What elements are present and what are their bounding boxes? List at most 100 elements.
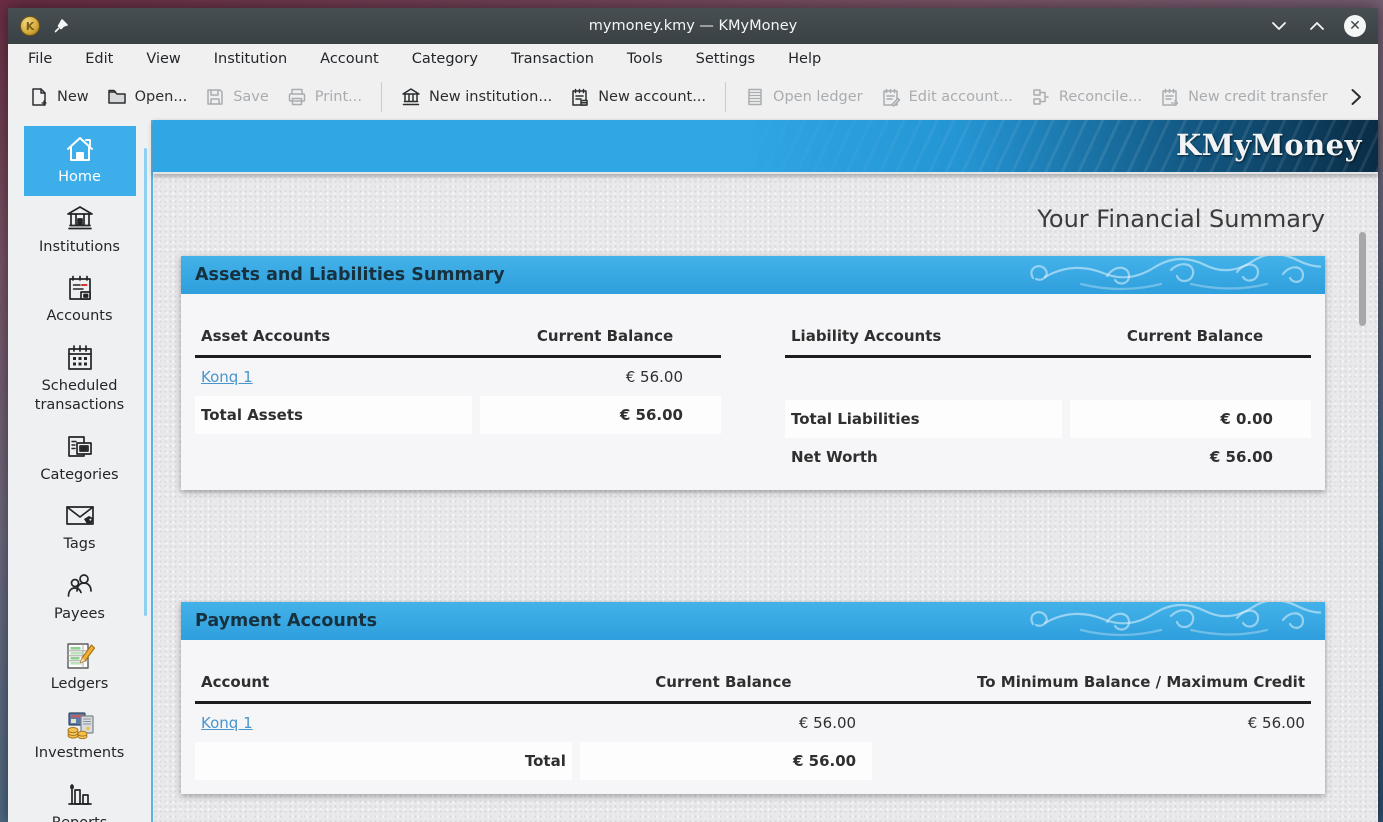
mail-tag-icon	[64, 501, 96, 531]
total-assets-value: € 56.00	[480, 396, 721, 434]
menu-institution[interactable]: Institution	[214, 51, 287, 67]
edit-account-button-label: Edit account...	[909, 89, 1013, 105]
menu-file[interactable]: File	[28, 51, 52, 67]
sidebar-item-label: Categories	[40, 466, 118, 486]
bank-icon	[401, 87, 421, 107]
current-balance-col-header: Current Balance	[493, 318, 721, 355]
total-liabilities-value: € 0.00	[1070, 400, 1311, 438]
toolbar: New Open... Save Print... New institutio…	[8, 74, 1378, 120]
total-label: Total	[195, 742, 572, 780]
empty-cell	[880, 742, 1311, 780]
menu-category[interactable]: Category	[412, 51, 478, 67]
sidebar-item-categories[interactable]: Categories	[24, 424, 136, 494]
sidebar-item-accounts[interactable]: Accounts	[24, 265, 136, 335]
asset-accounts-table: Asset Accounts Current Balance Konq 1 € …	[195, 318, 721, 476]
view-sidebar: Home Institutions Accounts Scheduled tra…	[8, 120, 151, 822]
ledger-pencil-icon	[64, 641, 96, 671]
reconcile-button-label: Reconcile...	[1059, 89, 1142, 105]
sidebar-item-payees[interactable]: Payees	[24, 563, 136, 633]
new-institution-button-label: New institution...	[429, 89, 552, 105]
print-button-label: Print...	[315, 89, 362, 105]
sidebar-item-label: Institutions	[39, 238, 120, 258]
account-link-konq1[interactable]: Konq 1	[201, 368, 253, 386]
bank-icon	[65, 204, 95, 234]
sidebar-item-label: Ledgers	[51, 675, 109, 695]
menubar: File Edit View Institution Account Categ…	[8, 44, 1378, 74]
sidebar-item-home[interactable]: Home	[24, 126, 136, 196]
account-to-minimum: € 56.00	[880, 704, 1311, 742]
page-title: Your Financial Summary	[181, 205, 1325, 233]
sidebar-item-label: Investments	[35, 744, 125, 764]
sidebar-item-investments[interactable]: Investments	[24, 702, 136, 772]
menu-view[interactable]: View	[146, 51, 180, 67]
credit-transfer-icon	[1160, 87, 1180, 107]
open-button[interactable]: Open...	[98, 80, 197, 114]
sidebar-item-ledgers[interactable]: Ledgers	[24, 633, 136, 703]
sidebar-item-scheduled-transactions[interactable]: Scheduled transactions	[24, 335, 136, 424]
ledger-icon	[745, 87, 765, 107]
table-row: Konq 1 € 56.00	[195, 358, 721, 396]
new-file-icon	[29, 87, 49, 107]
menu-settings[interactable]: Settings	[696, 51, 755, 67]
new-institution-button[interactable]: New institution...	[392, 80, 561, 114]
open-ledger-button: Open ledger	[736, 80, 872, 114]
print-button: Print...	[278, 80, 371, 114]
account-link-konq1[interactable]: Konq 1	[201, 714, 253, 732]
menu-account[interactable]: Account	[320, 51, 379, 67]
close-icon: ✕	[1344, 15, 1366, 37]
new-account-button-label: New account...	[598, 89, 706, 105]
open-ledger-button-label: Open ledger	[773, 89, 863, 105]
menu-edit[interactable]: Edit	[85, 51, 113, 67]
new-button[interactable]: New	[20, 80, 98, 114]
close-button[interactable]: ✕	[1344, 15, 1366, 37]
liability-accounts-col-header: Liability Accounts	[785, 318, 1083, 355]
menu-transaction[interactable]: Transaction	[511, 51, 594, 67]
toolbar-separator	[725, 82, 726, 112]
toolbar-overflow-button[interactable]	[1346, 84, 1366, 110]
sidebar-item-tags[interactable]: Tags	[24, 493, 136, 563]
net-worth-row: Net Worth € 56.00	[785, 438, 1311, 476]
asset-accounts-col-header: Asset Accounts	[195, 318, 493, 355]
account-col-header: Account	[195, 664, 579, 701]
open-button-label: Open...	[135, 89, 188, 105]
vertical-scrollbar[interactable]	[1359, 232, 1366, 326]
account-register-icon	[65, 273, 95, 303]
chevron-right-icon	[1350, 88, 1362, 106]
kmymoney-window: K mymoney.kmy — KMyMoney ✕ File Edit Vie…	[8, 8, 1378, 822]
new-credit-transfer-button-label: New credit transfer	[1188, 89, 1328, 105]
bar-chart-icon	[65, 780, 95, 810]
maximize-button[interactable]	[1306, 15, 1328, 37]
categories-icon	[65, 432, 95, 462]
window-title: mymoney.kmy — KMyMoney	[8, 18, 1378, 34]
sidebar-item-label: Tags	[63, 535, 95, 555]
liability-accounts-table: Liability Accounts Current Balance Total…	[785, 318, 1311, 476]
section-title: Payment Accounts	[195, 611, 377, 631]
total-row: Total € 56.00	[195, 742, 1311, 780]
new-account-icon	[570, 87, 590, 107]
new-credit-transfer-button: New credit transfer	[1151, 80, 1337, 114]
sidebar-scrollbar[interactable]	[144, 148, 147, 616]
open-folder-icon	[107, 87, 127, 107]
current-balance-col-header: Current Balance	[579, 664, 871, 701]
payment-accounts-header: Payment Accounts	[181, 602, 1325, 640]
financial-summary-page[interactable]: Your Financial Summary Assets and Liabil…	[153, 174, 1378, 822]
menu-tools[interactable]: Tools	[627, 51, 663, 67]
titlebar: K mymoney.kmy — KMyMoney ✕	[8, 8, 1378, 44]
sidebar-item-institutions[interactable]: Institutions	[24, 196, 136, 266]
sidebar-item-reports[interactable]: Reports	[24, 772, 136, 822]
minimize-button[interactable]	[1268, 15, 1290, 37]
section-title: Assets and Liabilities Summary	[195, 265, 505, 285]
table-row: Konq 1 € 56.00 € 56.00	[195, 704, 1311, 742]
total-assets-label: Total Assets	[195, 396, 472, 434]
reconcile-icon	[1031, 87, 1051, 107]
sidebar-item-label: Home	[58, 168, 101, 188]
new-account-button[interactable]: New account...	[561, 80, 715, 114]
menu-help[interactable]: Help	[788, 51, 821, 67]
total-value: € 56.00	[580, 742, 872, 780]
kmymoney-banner: KMyMoney	[153, 120, 1378, 174]
assets-liabilities-header: Assets and Liabilities Summary	[181, 256, 1325, 294]
account-balance: € 56.00	[480, 358, 721, 396]
kmymoney-app-icon: K	[20, 16, 40, 36]
pin-icon[interactable]	[54, 19, 68, 33]
calendar-icon	[65, 343, 95, 373]
